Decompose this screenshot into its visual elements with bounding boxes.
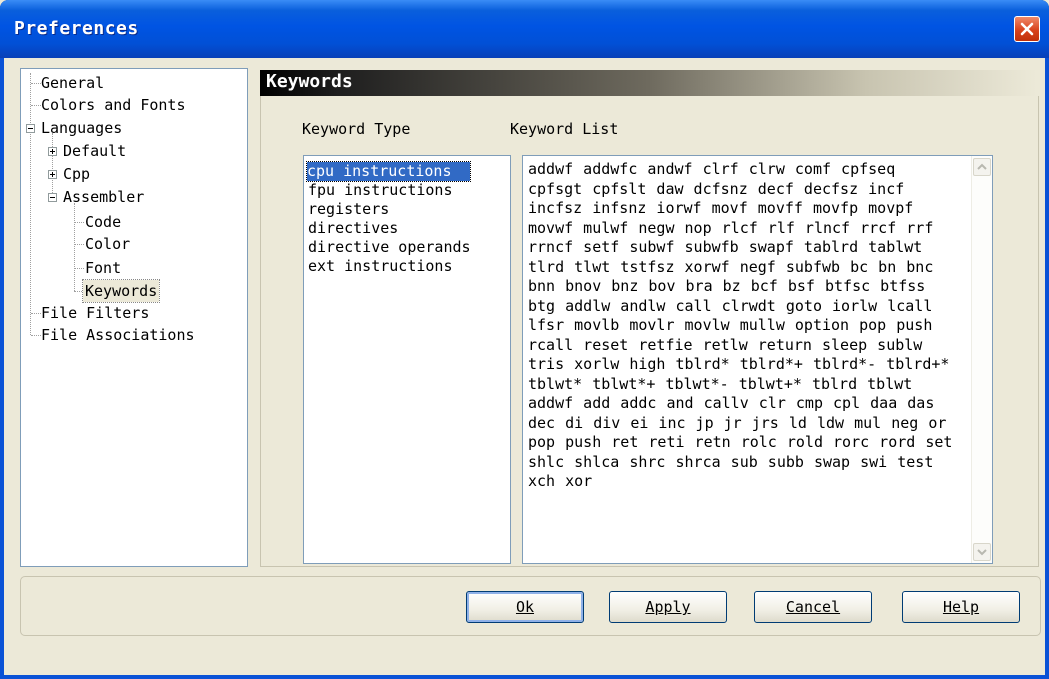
dialog-client-area: General Colors and Fonts Languages Defau… <box>4 58 1045 675</box>
expand-icon[interactable] <box>48 170 57 179</box>
keyword-type-item[interactable]: registers <box>308 200 389 219</box>
tree-item-default[interactable]: Default <box>63 140 126 162</box>
section-title: Keywords <box>266 71 353 92</box>
tree-connector <box>74 203 76 291</box>
section-header: Keywords <box>260 70 1037 96</box>
tree-connector <box>31 335 41 337</box>
scroll-up-button[interactable] <box>973 158 991 176</box>
keyword-list-label: Keyword List <box>510 120 619 138</box>
tree-item-file-filters[interactable]: File Filters <box>41 302 149 324</box>
tree-item-general[interactable]: General <box>41 72 104 94</box>
tree-connector <box>30 73 32 335</box>
keyword-list-text[interactable]: addwf addwfc andwf clrf clrw comf cpfseq… <box>528 160 958 492</box>
preferences-tree[interactable]: General Colors and Fonts Languages Defau… <box>20 68 248 567</box>
tree-item-code[interactable]: Code <box>85 211 121 233</box>
window-frame-bottom <box>0 675 1049 679</box>
scroll-down-button[interactable] <box>973 543 991 561</box>
cancel-button-label: Cancel <box>785 598 841 616</box>
close-button[interactable] <box>1014 16 1040 42</box>
tree-connector <box>74 268 84 270</box>
window-title: Preferences <box>14 18 139 39</box>
tree-item-languages[interactable]: Languages <box>41 117 122 139</box>
tree-item-keywords[interactable]: Keywords <box>81 279 161 303</box>
apply-button[interactable]: Apply <box>609 591 727 623</box>
tree-item-font[interactable]: Font <box>85 257 121 279</box>
cancel-button[interactable]: Cancel <box>754 591 872 623</box>
collapse-icon[interactable] <box>48 193 57 202</box>
keyword-type-label: Keyword Type <box>302 120 411 138</box>
keyword-type-list[interactable]: cpu instructions fpu instructions regist… <box>303 155 511 564</box>
tree-connector <box>74 244 84 246</box>
keyword-type-item[interactable]: directives <box>308 219 398 238</box>
keyword-type-item[interactable]: fpu instructions <box>308 181 453 200</box>
title-bar[interactable]: Preferences <box>0 0 1049 58</box>
keyword-type-item[interactable]: cpu instructions <box>306 161 471 182</box>
keyword-type-item[interactable]: ext instructions <box>308 257 453 276</box>
window-frame-right <box>1045 58 1049 679</box>
tree-connector <box>52 133 54 201</box>
ok-button[interactable]: Ok <box>466 591 584 623</box>
close-icon <box>1020 22 1034 36</box>
tree-connector <box>31 313 41 315</box>
tree-item-color[interactable]: Color <box>85 233 130 255</box>
tree-item-assembler[interactable]: Assembler <box>63 186 144 208</box>
ok-button-label: Ok <box>515 598 535 616</box>
expand-icon[interactable] <box>48 147 57 156</box>
keyword-type-item[interactable]: directive operands <box>308 238 471 257</box>
tree-item-cpp[interactable]: Cpp <box>63 163 90 185</box>
tree-connector <box>31 105 41 107</box>
chevron-down-icon <box>977 549 987 556</box>
keyword-list-textarea[interactable]: addwf addwfc andwf clrf clrw comf cpfseq… <box>522 155 993 564</box>
tree-connector <box>74 222 84 224</box>
collapse-icon[interactable] <box>26 124 35 133</box>
tree-connector <box>31 83 41 85</box>
preferences-window: Preferences General Colors and Fonts Lan… <box>0 0 1049 679</box>
help-button[interactable]: Help <box>902 591 1020 623</box>
apply-button-label: Apply <box>645 598 691 616</box>
help-button-label: Help <box>942 598 980 616</box>
chevron-up-icon <box>977 163 987 170</box>
tree-item-file-associations[interactable]: File Associations <box>41 324 195 346</box>
vertical-scrollbar[interactable] <box>971 156 992 563</box>
tree-item-colors-and-fonts[interactable]: Colors and Fonts <box>41 94 186 116</box>
